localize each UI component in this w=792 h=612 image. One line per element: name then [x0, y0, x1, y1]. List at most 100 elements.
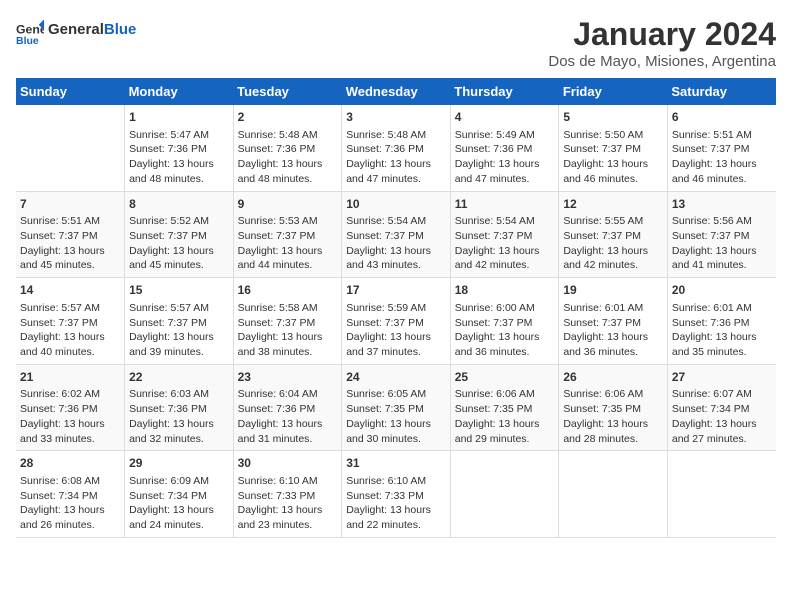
calendar-header: SundayMondayTuesdayWednesdayThursdayFrid… — [16, 78, 776, 105]
day-number: 8 — [129, 196, 229, 213]
day-number: 6 — [672, 109, 772, 126]
calendar-cell: 19 Sunrise: 6:01 AMSunset: 7:37 PMDayligh… — [559, 278, 668, 365]
day-number: 4 — [455, 109, 555, 126]
weekday-header: Monday — [125, 78, 234, 105]
logo-blue: Blue — [104, 21, 137, 38]
day-number: 24 — [346, 369, 446, 386]
calendar-week-row: 1 Sunrise: 5:47 AMSunset: 7:36 PMDaylight… — [16, 105, 776, 191]
day-info: Sunrise: 6:01 AMSunset: 7:36 PMDaylight:… — [672, 301, 772, 360]
day-number: 3 — [346, 109, 446, 126]
day-info: Sunrise: 5:54 AMSunset: 7:37 PMDaylight:… — [455, 214, 555, 273]
day-info: Sunrise: 6:05 AMSunset: 7:35 PMDaylight:… — [346, 387, 446, 446]
day-number: 10 — [346, 196, 446, 213]
calendar-cell: 8Sunrise: 5:52 AMSunset: 7:37 PMDaylight… — [125, 191, 234, 278]
calendar-cell — [450, 451, 559, 538]
day-number: 17 — [346, 282, 446, 299]
calendar-cell: 24Sunrise: 6:05 AMSunset: 7:35 PMDayligh… — [342, 364, 451, 451]
day-number: 18 — [455, 282, 555, 299]
header: General Blue GeneralBlue January 2024 Do… — [16, 16, 776, 70]
calendar-body: 1 Sunrise: 5:47 AMSunset: 7:36 PMDaylight… — [16, 105, 776, 537]
day-number: 7 — [20, 196, 120, 213]
calendar-cell: 23Sunrise: 6:04 AMSunset: 7:36 PMDayligh… — [233, 364, 342, 451]
day-number: 14 — [20, 282, 120, 299]
logo: General Blue GeneralBlue — [16, 16, 136, 44]
day-info: Sunrise: 6:06 AMSunset: 7:35 PMDaylight:… — [455, 387, 555, 446]
day-info: Sunrise: 5:51 AMSunset: 7:37 PMDaylight:… — [672, 128, 772, 187]
calendar-cell — [16, 105, 125, 191]
calendar-cell: 4 Sunrise: 5:49 AMSunset: 7:36 PMDaylight… — [450, 105, 559, 191]
calendar-cell: 17 Sunrise: 5:59 AMSunset: 7:37 PMDayligh… — [342, 278, 451, 365]
day-info: Sunrise: 6:10 AMSunset: 7:33 PMDaylight:… — [238, 474, 338, 533]
day-info: Sunrise: 5:47 AMSunset: 7:36 PMDaylight:… — [129, 128, 229, 187]
weekday-header: Wednesday — [342, 78, 451, 105]
day-info: Sunrise: 5:50 AMSunset: 7:37 PMDaylight:… — [563, 128, 663, 187]
calendar-cell: 13Sunrise: 5:56 AMSunset: 7:37 PMDayligh… — [667, 191, 776, 278]
calendar-cell: 31 Sunrise: 6:10 AMSunset: 7:33 PMDayligh… — [342, 451, 451, 538]
day-info: Sunrise: 5:55 AMSunset: 7:37 PMDaylight:… — [563, 214, 663, 273]
calendar-cell: 18 Sunrise: 6:00 AMSunset: 7:37 PMDayligh… — [450, 278, 559, 365]
calendar-table: SundayMondayTuesdayWednesdayThursdayFrid… — [16, 78, 776, 538]
calendar-cell: 16 Sunrise: 5:58 AMSunset: 7:37 PMDayligh… — [233, 278, 342, 365]
calendar-week-row: 7Sunrise: 5:51 AMSunset: 7:37 PMDaylight… — [16, 191, 776, 278]
day-info: Sunrise: 5:52 AMSunset: 7:37 PMDaylight:… — [129, 214, 229, 273]
day-number: 20 — [672, 282, 772, 299]
day-info: Sunrise: 6:09 AMSunset: 7:34 PMDaylight:… — [129, 474, 229, 533]
calendar-cell — [559, 451, 668, 538]
day-number: 15 — [129, 282, 229, 299]
day-info: Sunrise: 5:48 AMSunset: 7:36 PMDaylight:… — [238, 128, 338, 187]
calendar-cell: 1 Sunrise: 5:47 AMSunset: 7:36 PMDaylight… — [125, 105, 234, 191]
day-number: 25 — [455, 369, 555, 386]
day-number: 9 — [238, 196, 338, 213]
logo-icon: General Blue — [16, 16, 44, 44]
calendar-cell: 2Sunrise: 5:48 AMSunset: 7:36 PMDaylight… — [233, 105, 342, 191]
calendar-cell: 12Sunrise: 5:55 AMSunset: 7:37 PMDayligh… — [559, 191, 668, 278]
day-number: 23 — [238, 369, 338, 386]
day-info: Sunrise: 6:01 AMSunset: 7:37 PMDaylight:… — [563, 301, 663, 360]
calendar-cell: 21Sunrise: 6:02 AMSunset: 7:36 PMDayligh… — [16, 364, 125, 451]
day-info: Sunrise: 6:03 AMSunset: 7:36 PMDaylight:… — [129, 387, 229, 446]
day-info: Sunrise: 5:49 AMSunset: 7:36 PMDaylight:… — [455, 128, 555, 187]
day-number: 19 — [563, 282, 663, 299]
weekday-header: Saturday — [667, 78, 776, 105]
title-area: January 2024 Dos de Mayo, Misiones, Arge… — [548, 16, 776, 70]
day-info: Sunrise: 5:57 AMSunset: 7:37 PMDaylight:… — [129, 301, 229, 360]
day-number: 22 — [129, 369, 229, 386]
calendar-cell: 20 Sunrise: 6:01 AMSunset: 7:36 PMDayligh… — [667, 278, 776, 365]
day-info: Sunrise: 6:00 AMSunset: 7:37 PMDaylight:… — [455, 301, 555, 360]
day-info: Sunrise: 6:10 AMSunset: 7:33 PMDaylight:… — [346, 474, 446, 533]
calendar-cell: 22Sunrise: 6:03 AMSunset: 7:36 PMDayligh… — [125, 364, 234, 451]
calendar-cell: 6 Sunrise: 5:51 AMSunset: 7:37 PMDaylight… — [667, 105, 776, 191]
weekday-header: Friday — [559, 78, 668, 105]
main-title: January 2024 — [548, 16, 776, 53]
calendar-cell: 26Sunrise: 6:06 AMSunset: 7:35 PMDayligh… — [559, 364, 668, 451]
day-number: 30 — [238, 455, 338, 472]
day-number: 16 — [238, 282, 338, 299]
logo-general: General — [48, 21, 104, 38]
day-number: 12 — [563, 196, 663, 213]
day-info: Sunrise: 5:59 AMSunset: 7:37 PMDaylight:… — [346, 301, 446, 360]
day-info: Sunrise: 5:57 AMSunset: 7:37 PMDaylight:… — [20, 301, 120, 360]
day-number: 31 — [346, 455, 446, 472]
calendar-cell: 7Sunrise: 5:51 AMSunset: 7:37 PMDaylight… — [16, 191, 125, 278]
day-info: Sunrise: 6:08 AMSunset: 7:34 PMDaylight:… — [20, 474, 120, 533]
calendar-week-row: 28Sunrise: 6:08 AMSunset: 7:34 PMDayligh… — [16, 451, 776, 538]
subtitle: Dos de Mayo, Misiones, Argentina — [548, 53, 776, 70]
day-info: Sunrise: 6:04 AMSunset: 7:36 PMDaylight:… — [238, 387, 338, 446]
day-info: Sunrise: 5:53 AMSunset: 7:37 PMDaylight:… — [238, 214, 338, 273]
day-info: Sunrise: 5:56 AMSunset: 7:37 PMDaylight:… — [672, 214, 772, 273]
day-info: Sunrise: 5:54 AMSunset: 7:37 PMDaylight:… — [346, 214, 446, 273]
calendar-cell: 9Sunrise: 5:53 AMSunset: 7:37 PMDaylight… — [233, 191, 342, 278]
day-number: 5 — [563, 109, 663, 126]
day-number: 1 — [129, 109, 229, 126]
day-info: Sunrise: 5:51 AMSunset: 7:37 PMDaylight:… — [20, 214, 120, 273]
day-number: 27 — [672, 369, 772, 386]
calendar-cell: 29Sunrise: 6:09 AMSunset: 7:34 PMDayligh… — [125, 451, 234, 538]
day-info: Sunrise: 5:58 AMSunset: 7:37 PMDaylight:… — [238, 301, 338, 360]
calendar-cell: 27Sunrise: 6:07 AMSunset: 7:34 PMDayligh… — [667, 364, 776, 451]
day-number: 13 — [672, 196, 772, 213]
weekday-header: Sunday — [16, 78, 125, 105]
calendar-cell: 5 Sunrise: 5:50 AMSunset: 7:37 PMDaylight… — [559, 105, 668, 191]
day-info: Sunrise: 6:06 AMSunset: 7:35 PMDaylight:… — [563, 387, 663, 446]
calendar-cell: 28Sunrise: 6:08 AMSunset: 7:34 PMDayligh… — [16, 451, 125, 538]
calendar-cell: 15 Sunrise: 5:57 AMSunset: 7:37 PMDayligh… — [125, 278, 234, 365]
